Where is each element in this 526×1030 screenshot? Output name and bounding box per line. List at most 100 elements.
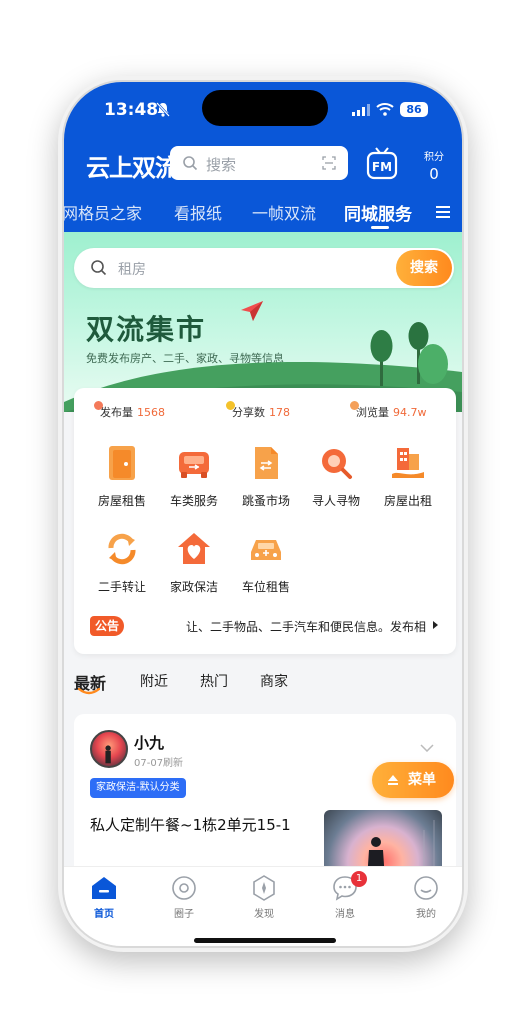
category-label: 寻人寻物 [311,494,360,508]
screen: 13:48 86 云上双流 搜索 FM 积分 0 网格员之家 看报纸 一帧双流 … [0,0,526,1030]
tab-newspaper[interactable]: 看报纸 [174,200,222,224]
tab-video[interactable]: 一帧双流 [252,200,316,224]
category-label: 房屋出租 [383,494,432,508]
door-icon [109,446,135,480]
nav-label: 我的 [416,909,436,920]
market-search-input[interactable]: 租房 搜索 [74,248,454,288]
post-category-tag[interactable]: 家政保洁-默认分类 [90,778,186,798]
category-car-services[interactable]: 车类服务 [158,444,230,509]
stat-dot [226,401,235,410]
points-counter[interactable]: 积分 0 [422,148,446,183]
market-card: 发布量 1568 分享数 178 浏览量 94.7w 房屋租售 车类服务 跳蚤市… [74,388,456,654]
bottom-navigation: 首页 圈子 发现 1 消息 我的 [64,866,462,946]
category-label: 家政保洁 [169,580,218,594]
home-icon [92,877,116,899]
active-tab-indicator [371,226,389,229]
announcement-text: 让、二手物品、二手汽车和便民信息。发布相 [185,620,426,634]
nav-circle[interactable]: 圈子 [154,875,214,920]
svg-text:FM: FM [372,160,392,174]
exchange-icon [108,533,136,565]
category-housekeeping[interactable]: 家政保洁 [158,530,230,595]
paper-plane-icon [241,301,263,321]
market-search-button[interactable]: 搜索 [396,250,452,286]
tab-grid-workers[interactable]: 网格员之家 [64,200,142,224]
home-indicator[interactable] [194,938,336,943]
category-house-sale[interactable]: 房屋租售 [86,444,158,509]
post-time: 07-07刷新 [134,758,184,769]
stat-label: 分享数 [232,406,265,419]
nav-messages[interactable]: 1 消息 [315,871,375,920]
category-label: 跳蚤市场 [241,494,290,508]
feed-tab-nearby[interactable]: 附近 [140,671,168,691]
wifi-icon [376,103,394,116]
compass-icon [253,875,275,901]
status-time: 13:48 [104,100,159,120]
stat-dot [350,401,359,410]
menu-icon[interactable] [436,205,450,219]
stat-value: 94.7w [393,406,427,419]
search-icon [91,260,107,276]
document-icon [255,447,278,479]
car-icon [179,452,209,478]
scan-icon[interactable] [322,156,336,170]
category-secondhand[interactable]: 二手转让 [86,530,158,595]
category-house-rent[interactable]: 房屋出租 [372,444,444,509]
stat-label: 发布量 [100,406,133,419]
stat-dot [94,401,103,410]
feed-tab-hot[interactable]: 热门 [200,671,228,691]
circle-icon [172,876,196,900]
avatar[interactable] [90,730,128,768]
nav-discover[interactable]: 发现 [234,875,294,920]
phone-screen: 13:48 86 云上双流 搜索 FM 积分 0 网格员之家 看报纸 一帧双流 … [62,80,464,948]
post-username[interactable]: 小九 [134,732,164,753]
message-badge: 1 [351,871,367,887]
announcement-tag: 公告 [90,616,124,636]
category-lost-found[interactable]: 寻人寻物 [300,444,372,509]
bell-muted-icon [156,102,170,117]
app-logo: 云上双流 [86,154,179,182]
category-parking[interactable]: 车位租售 [230,530,302,595]
arrow-right-icon [433,621,438,629]
app-header: 13:48 86 云上双流 搜索 FM 积分 0 网格员之家 看报纸 一帧双流 … [64,82,462,232]
search-placeholder: 搜索 [206,156,237,174]
points-value: 0 [429,165,439,183]
fab-label: 菜单 [408,772,436,788]
category-flea-market[interactable]: 跳蚤市场 [230,444,302,509]
category-label: 房屋租售 [97,494,146,508]
feed-tab-merchants[interactable]: 商家 [260,671,288,691]
avatar-silhouette-icon [105,745,111,764]
chevron-down-icon[interactable] [420,744,434,752]
battery-indicator: 86 [400,102,428,117]
menu-fab-button[interactable]: 菜单 [372,762,454,798]
search-icon [183,156,198,171]
announcement-bar[interactable]: 公告 让、二手物品、二手汽车和便民信息。发布相 [90,616,438,636]
nav-label: 发现 [254,909,274,920]
nav-home[interactable]: 首页 [74,875,134,920]
market-banner: 租房 搜索 双流集市 免费发布房产、二手、家政、寻物等信息 [64,232,462,412]
active-feed-indicator [78,688,100,695]
radio-fm-icon[interactable]: FM [366,146,398,180]
market-search-placeholder: 租房 [118,262,146,278]
stat-value: 178 [269,406,290,419]
search-input[interactable]: 搜索 [170,146,348,180]
stat-posts: 发布量 1568 [94,401,165,420]
profile-icon [414,876,438,900]
heart-house-icon [178,533,210,564]
magnifier-icon [322,449,352,479]
building-icon [392,448,424,478]
signal-icon [352,104,370,116]
nav-label: 消息 [335,909,355,920]
category-label: 二手转让 [97,580,146,594]
eject-up-icon [388,775,398,785]
stat-shares: 分享数 178 [226,401,290,420]
stat-label: 浏览量 [356,406,389,419]
stat-views: 浏览量 94.7w [350,401,427,420]
category-label: 车类服务 [169,494,218,508]
tab-city-services[interactable]: 同城服务 [344,200,412,225]
post-title[interactable]: 私人定制午餐~1栋2单元15-1 [90,814,291,835]
nav-profile[interactable]: 我的 [396,875,456,920]
nav-label: 首页 [94,909,114,920]
category-label: 车位租售 [241,580,290,594]
points-label: 积分 [424,152,444,163]
dynamic-island [202,90,328,126]
